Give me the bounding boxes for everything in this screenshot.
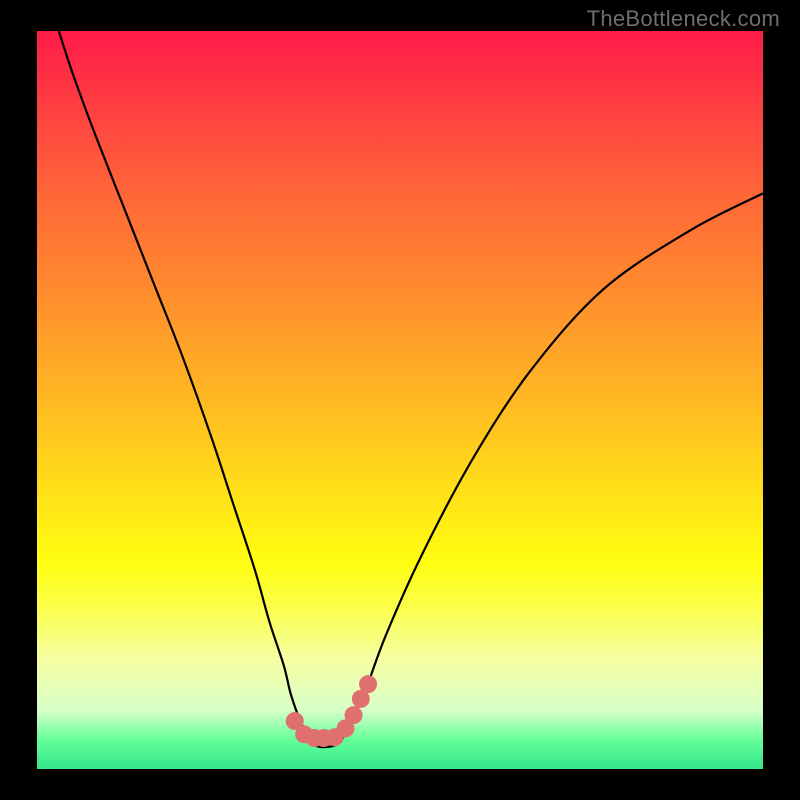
marker-dot <box>345 706 363 724</box>
chart-plot-area <box>37 31 763 769</box>
watermark-text: TheBottleneck.com <box>587 6 780 32</box>
marker-dot <box>359 675 377 693</box>
bottleneck-curve-path <box>59 31 763 747</box>
bottleneck-range-markers <box>286 675 377 747</box>
bottleneck-curve-svg <box>37 31 763 769</box>
